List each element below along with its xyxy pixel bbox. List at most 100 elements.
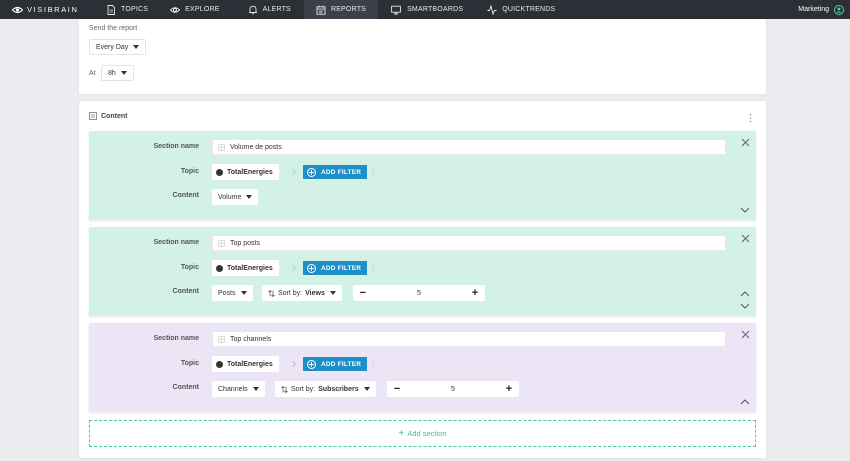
chevron-right-icon: [292, 168, 297, 176]
drag-handle-icon[interactable]: [372, 264, 374, 272]
at-label: At: [89, 70, 96, 77]
count-value[interactable]: 5: [407, 386, 499, 393]
section-name-input[interactable]: Volume de posts: [212, 139, 726, 155]
add-section-label: Add section: [407, 429, 447, 438]
content-label: Content: [172, 192, 199, 199]
section-name-input[interactable]: Top channels: [212, 331, 726, 347]
document-icon: [107, 4, 115, 15]
sort-select[interactable]: Sort by: Views: [262, 285, 342, 301]
calendar-icon: [316, 5, 326, 15]
close-icon[interactable]: [741, 138, 750, 147]
add-filter-label: ADD FILTER: [321, 264, 362, 272]
section-name-label: Section name: [153, 143, 199, 150]
schedule-card: Send the report Every Day At 8h: [79, 19, 766, 94]
count-stepper[interactable]: − 5 +: [353, 285, 485, 301]
nav-explore-label: EXPLORE: [185, 6, 220, 13]
sort-by-label: Sort by:: [278, 289, 303, 297]
content-card: Content Section name Volume de posts Top…: [79, 101, 766, 458]
chevron-right-icon: [292, 264, 297, 272]
nav-reports[interactable]: REPORTS: [303, 0, 379, 19]
eye-logo-icon: [12, 6, 23, 13]
brand-logo[interactable]: VISIBRAIN: [0, 5, 92, 14]
count-stepper[interactable]: − 5 +: [387, 381, 519, 397]
caret-down-icon: [133, 45, 140, 49]
report-section: Section name Volume de posts Topic Total…: [89, 131, 756, 220]
content-title: Content: [101, 112, 128, 120]
content-type-select[interactable]: Channels: [212, 381, 265, 397]
top-nav: VISIBRAIN TOPICS EXPLORE ALERTS REPORTS …: [0, 0, 850, 19]
section-name-value: Top channels: [230, 335, 272, 343]
plus-icon: +: [398, 428, 405, 439]
add-section-button[interactable]: + Add section: [89, 420, 756, 447]
nav-explore[interactable]: EXPLORE: [158, 0, 229, 19]
nav-alerts-label: ALERTS: [262, 6, 291, 13]
section-name-input[interactable]: Top posts: [212, 235, 726, 251]
topic-chip[interactable]: TotalEnergies: [212, 260, 279, 276]
close-icon[interactable]: [741, 234, 750, 243]
nav-quicktrends-label: QUICKTRENDS: [502, 6, 556, 13]
add-filter-label: ADD FILTER: [321, 168, 362, 176]
brand-name: VISIBRAIN: [27, 5, 79, 14]
count-value[interactable]: 5: [373, 290, 465, 297]
user-name: Marketing: [798, 6, 829, 13]
chevron-up-icon[interactable]: [740, 399, 750, 405]
plus-circle-icon: [307, 359, 316, 369]
caret-down-icon: [252, 387, 259, 391]
nav-alerts[interactable]: ALERTS: [230, 0, 304, 19]
bell-icon: [248, 5, 257, 14]
caret-down-icon: [329, 291, 336, 295]
topic-icon: [216, 264, 223, 272]
drag-grid-icon: [218, 335, 225, 343]
add-filter-button[interactable]: ADD FILTER: [303, 261, 368, 275]
drag-handle-icon[interactable]: [372, 168, 374, 176]
add-filter-label: ADD FILTER: [321, 360, 362, 368]
chevron-up-icon[interactable]: [740, 291, 750, 297]
nav-topics[interactable]: TOPICS: [103, 0, 158, 19]
plus-circle-icon: [307, 167, 316, 177]
nav-reports-label: REPORTS: [330, 6, 367, 13]
content-type-value: Posts: [218, 289, 236, 297]
more-options-icon[interactable]: [749, 113, 752, 123]
avatar-icon: [834, 4, 844, 15]
sort-value: Subscribers: [318, 385, 359, 393]
user-menu[interactable]: Marketing: [798, 0, 844, 19]
content-type-select[interactable]: Posts: [212, 285, 253, 301]
nav-quicktrends[interactable]: QUICKTRENDS: [475, 0, 565, 19]
send-report-label: Send the report: [89, 25, 138, 32]
increment-button[interactable]: +: [465, 285, 485, 301]
caret-down-icon: [240, 291, 247, 295]
content-label: Content: [172, 288, 199, 295]
topic-chip[interactable]: TotalEnergies: [212, 164, 279, 180]
add-filter-button[interactable]: ADD FILTER: [303, 165, 368, 179]
caret-down-icon: [120, 71, 127, 75]
content-type-select[interactable]: Volume: [212, 189, 259, 205]
content-list-icon: [89, 112, 97, 120]
frequency-select[interactable]: Every Day: [89, 39, 147, 55]
report-section: Section name Top channels Topic TotalEne…: [89, 323, 756, 412]
nav-smartboards-label: SMARTBOARDS: [407, 6, 464, 13]
topic-icon: [216, 168, 223, 176]
decrement-button[interactable]: −: [387, 381, 407, 397]
plus-circle-icon: [307, 263, 316, 273]
topic-value: TotalEnergies: [227, 168, 273, 176]
increment-button[interactable]: +: [499, 381, 519, 397]
add-filter-button[interactable]: ADD FILTER: [303, 357, 368, 371]
close-icon[interactable]: [741, 330, 750, 339]
nav-topics-label: TOPICS: [121, 6, 149, 13]
drag-handle-icon[interactable]: [372, 360, 374, 368]
content-type-value: Volume: [218, 193, 242, 201]
frequency-value: Every Day: [96, 43, 129, 51]
chevron-down-icon[interactable]: [740, 207, 750, 213]
sort-value: Views: [305, 289, 325, 297]
content-label: Content: [172, 384, 199, 391]
hour-value: 8h: [108, 69, 116, 77]
topic-chip[interactable]: TotalEnergies: [212, 356, 279, 372]
nav-smartboards[interactable]: SMARTBOARDS: [378, 0, 475, 19]
topic-icon: [216, 360, 223, 368]
sort-select[interactable]: Sort by: Subscribers: [275, 381, 376, 397]
hour-select[interactable]: 8h: [101, 65, 134, 81]
chevron-down-icon[interactable]: [740, 303, 750, 309]
eye-icon: [170, 6, 181, 13]
caret-down-icon: [363, 387, 370, 391]
decrement-button[interactable]: −: [353, 285, 373, 301]
